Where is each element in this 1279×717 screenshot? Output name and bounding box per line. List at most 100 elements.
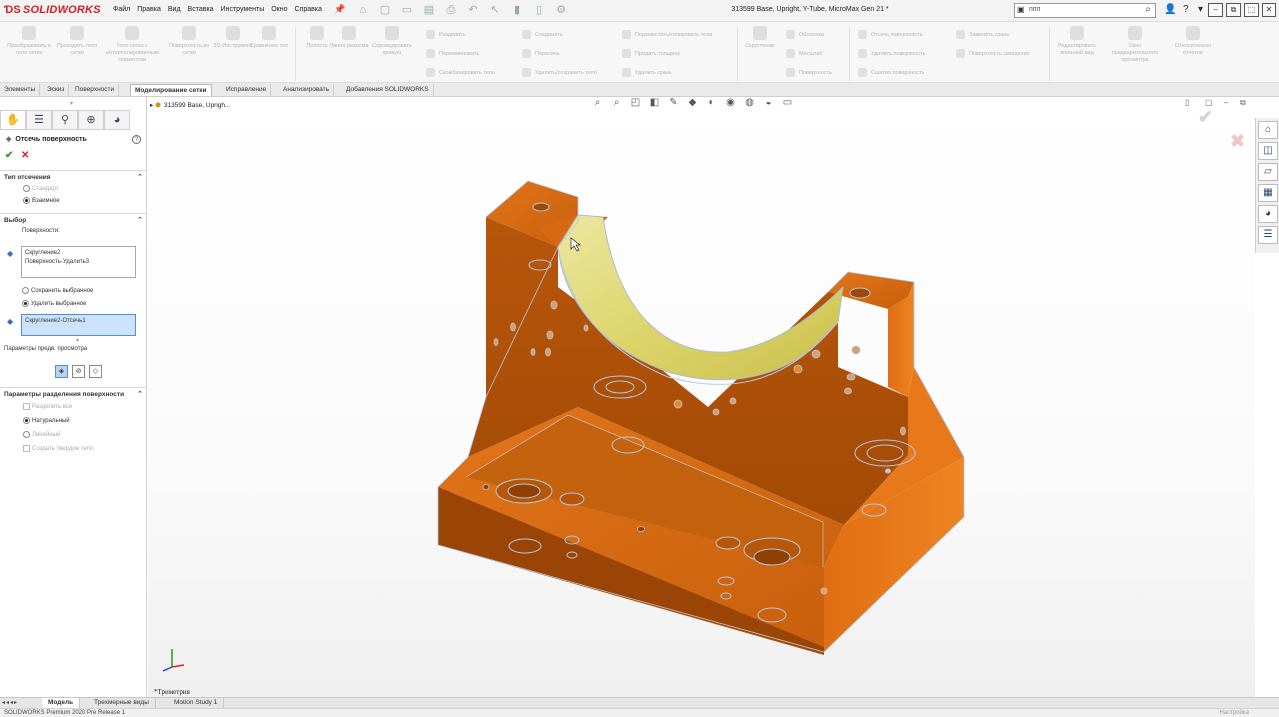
hole[interactable] bbox=[811, 349, 821, 359]
selected-surface-item[interactable]: Скругление2 bbox=[25, 249, 132, 258]
radio-keep-selected[interactable]: Сохранить выбранное bbox=[22, 287, 93, 294]
hole[interactable] bbox=[673, 399, 683, 409]
hole[interactable] bbox=[482, 484, 490, 490]
hole[interactable] bbox=[637, 526, 645, 532]
help-circle-icon[interactable]: ? bbox=[132, 135, 141, 144]
appearances-icon[interactable]: ◕ bbox=[1258, 205, 1278, 223]
graphics-viewport[interactable]: ▸ ⬢ 313599 Base, Uprigh... ⌕ ⌕ ◰ ◧ ✎ ◆ ◐ ◉… bbox=[148, 97, 1255, 697]
user-icon[interactable]: 👤 bbox=[1164, 4, 1176, 15]
minimize-icon[interactable]: – bbox=[1208, 3, 1223, 17]
checkbox-create-solid-icon[interactable] bbox=[23, 445, 30, 452]
hole[interactable] bbox=[729, 397, 737, 405]
close-icon[interactable]: ✕ bbox=[1262, 3, 1276, 17]
cancel-x-icon[interactable]: ✕ bbox=[21, 150, 29, 161]
collapse-chevron-icon[interactable]: ⌃ bbox=[137, 390, 143, 398]
feature-tree-tab-icon[interactable]: ☰ bbox=[26, 110, 52, 130]
custom-properties-icon[interactable]: ☰ bbox=[1258, 226, 1278, 244]
hole[interactable] bbox=[546, 330, 554, 340]
hole[interactable] bbox=[715, 536, 741, 550]
menu-file[interactable]: Файл bbox=[113, 6, 130, 13]
rebuild-icon[interactable]: ▮ bbox=[509, 3, 525, 18]
help-icon[interactable]: ? bbox=[1183, 4, 1189, 15]
hole[interactable] bbox=[550, 300, 558, 310]
file-explorer-icon[interactable]: ▱ bbox=[1258, 163, 1278, 181]
solidworks-logo[interactable]: ƊS SOLIDWORKS bbox=[4, 4, 101, 16]
search-input[interactable]: ▣ ппп ⌕ bbox=[1014, 3, 1156, 18]
hole[interactable] bbox=[753, 548, 791, 566]
checkbox-create-solid[interactable]: Создать твердое тело bbox=[23, 445, 93, 452]
radio-keep-icon[interactable] bbox=[22, 287, 29, 294]
preview-exclude-button[interactable]: ⊘ bbox=[72, 365, 85, 378]
reports-button[interactable]: Относительно отчетов bbox=[1170, 26, 1216, 57]
section-trim-type[interactable]: Тип отсечения ⌃ bbox=[0, 170, 147, 182]
hole[interactable] bbox=[545, 347, 551, 357]
radio-remove-selected[interactable]: Удалить выбранное bbox=[22, 300, 87, 307]
resize-handle-icon[interactable]: ▾ bbox=[76, 337, 79, 344]
hole[interactable] bbox=[846, 373, 856, 381]
menu-help[interactable]: Справка bbox=[295, 6, 322, 13]
section-split-params[interactable]: Параметры разделения поверхности ⌃ bbox=[0, 387, 147, 399]
radio-standard-icon[interactable] bbox=[23, 185, 30, 192]
edit-appearance-button[interactable]: Редактировать внешний вид bbox=[1054, 26, 1100, 57]
menu-window[interactable]: Окно bbox=[271, 6, 287, 13]
menu-view[interactable]: Вид bbox=[168, 6, 181, 13]
search-icon[interactable]: ⌕ bbox=[1145, 4, 1151, 15]
checkbox-split-all-icon[interactable] bbox=[23, 403, 30, 410]
radio-linear[interactable]: Линейный bbox=[23, 431, 60, 438]
preview-include-button[interactable]: ◈ bbox=[55, 365, 68, 378]
home-icon[interactable]: ⌂ bbox=[355, 3, 371, 18]
ok-check-icon[interactable]: ✔ bbox=[5, 150, 13, 161]
file-properties-icon[interactable]: ▯ bbox=[531, 3, 547, 18]
selected-piece-item[interactable]: Скругление2-Отсечь1 bbox=[25, 318, 86, 324]
view-palette-icon[interactable]: ▦ bbox=[1258, 184, 1278, 202]
hole[interactable] bbox=[900, 426, 906, 436]
display-manager-tab-icon[interactable]: ◕ bbox=[104, 110, 130, 130]
hole[interactable] bbox=[493, 338, 499, 346]
radio-mutual[interactable]: Взаимное bbox=[23, 197, 60, 204]
hole[interactable] bbox=[510, 322, 516, 332]
tab-analyze[interactable]: Анализировать bbox=[279, 84, 335, 96]
restore-icon[interactable]: ⧉ bbox=[1226, 3, 1241, 17]
part-model[interactable] bbox=[148, 97, 1255, 697]
selected-surface-item[interactable]: Поверхность-Удалить3 bbox=[25, 258, 132, 267]
section-selection[interactable]: Выбор ⌃ bbox=[0, 213, 147, 225]
hole[interactable] bbox=[559, 492, 585, 506]
options-gear-icon[interactable]: ⚙ bbox=[553, 3, 569, 18]
radio-natural-icon[interactable] bbox=[23, 417, 30, 424]
tab-repair[interactable]: Исправление bbox=[222, 84, 272, 96]
preview-window-button[interactable]: Окно предварительного просмотра bbox=[1110, 26, 1160, 64]
collapse-chevron-icon[interactable]: ⌃ bbox=[137, 173, 143, 181]
undo-icon[interactable]: ↶ bbox=[465, 3, 481, 18]
hole[interactable] bbox=[583, 324, 589, 332]
panel-handle-icon[interactable]: ▾ bbox=[70, 100, 73, 107]
hole[interactable] bbox=[507, 483, 541, 499]
new-document-icon[interactable]: ▢ bbox=[377, 3, 393, 18]
hole[interactable] bbox=[532, 202, 550, 212]
radio-standard[interactable]: Стандарт bbox=[23, 185, 58, 192]
tab-navigation-arrows[interactable]: ◂◂◂▸ bbox=[2, 699, 18, 706]
menu-insert[interactable]: Вставка bbox=[188, 6, 214, 13]
hole[interactable] bbox=[844, 387, 852, 395]
expand-icon[interactable]: ⬚ bbox=[1244, 3, 1259, 17]
surfaces-selection-box[interactable]: Скругление2 Поверхность-Удалить3 bbox=[21, 246, 136, 278]
property-manager-tab-icon[interactable]: ✋ bbox=[0, 110, 26, 130]
save-icon[interactable]: ▤ bbox=[421, 3, 437, 18]
dropdown-icon[interactable]: ▾ bbox=[1198, 4, 1203, 15]
search-scope-icon[interactable]: ▣ bbox=[1017, 5, 1025, 14]
select-arrow-icon[interactable]: ↖ bbox=[487, 3, 503, 18]
status-settings-text[interactable]: Настройка bbox=[1219, 710, 1249, 716]
print-icon[interactable]: ⎙ bbox=[443, 3, 459, 18]
pieces-selection-box[interactable]: Скругление2-Отсечь1 bbox=[21, 314, 136, 336]
checkbox-split-all[interactable]: Разделить все bbox=[23, 403, 72, 410]
dimxpert-tab-icon[interactable]: ⊕ bbox=[78, 110, 104, 130]
radio-mutual-icon[interactable] bbox=[23, 197, 30, 204]
hole[interactable] bbox=[851, 345, 861, 355]
hole[interactable] bbox=[885, 468, 891, 474]
open-folder-icon[interactable]: ▭ bbox=[399, 3, 415, 18]
preview-none-button[interactable]: ◇ bbox=[89, 365, 102, 378]
menu-tools[interactable]: Инструменты bbox=[221, 6, 265, 13]
solidworks-resources-icon[interactable]: ⌂ bbox=[1258, 121, 1278, 139]
tab-addins[interactable]: Добавления SOLIDWORKS bbox=[342, 84, 434, 96]
tab-surfaces[interactable]: Поверхности bbox=[71, 84, 120, 96]
hole[interactable] bbox=[820, 587, 828, 595]
